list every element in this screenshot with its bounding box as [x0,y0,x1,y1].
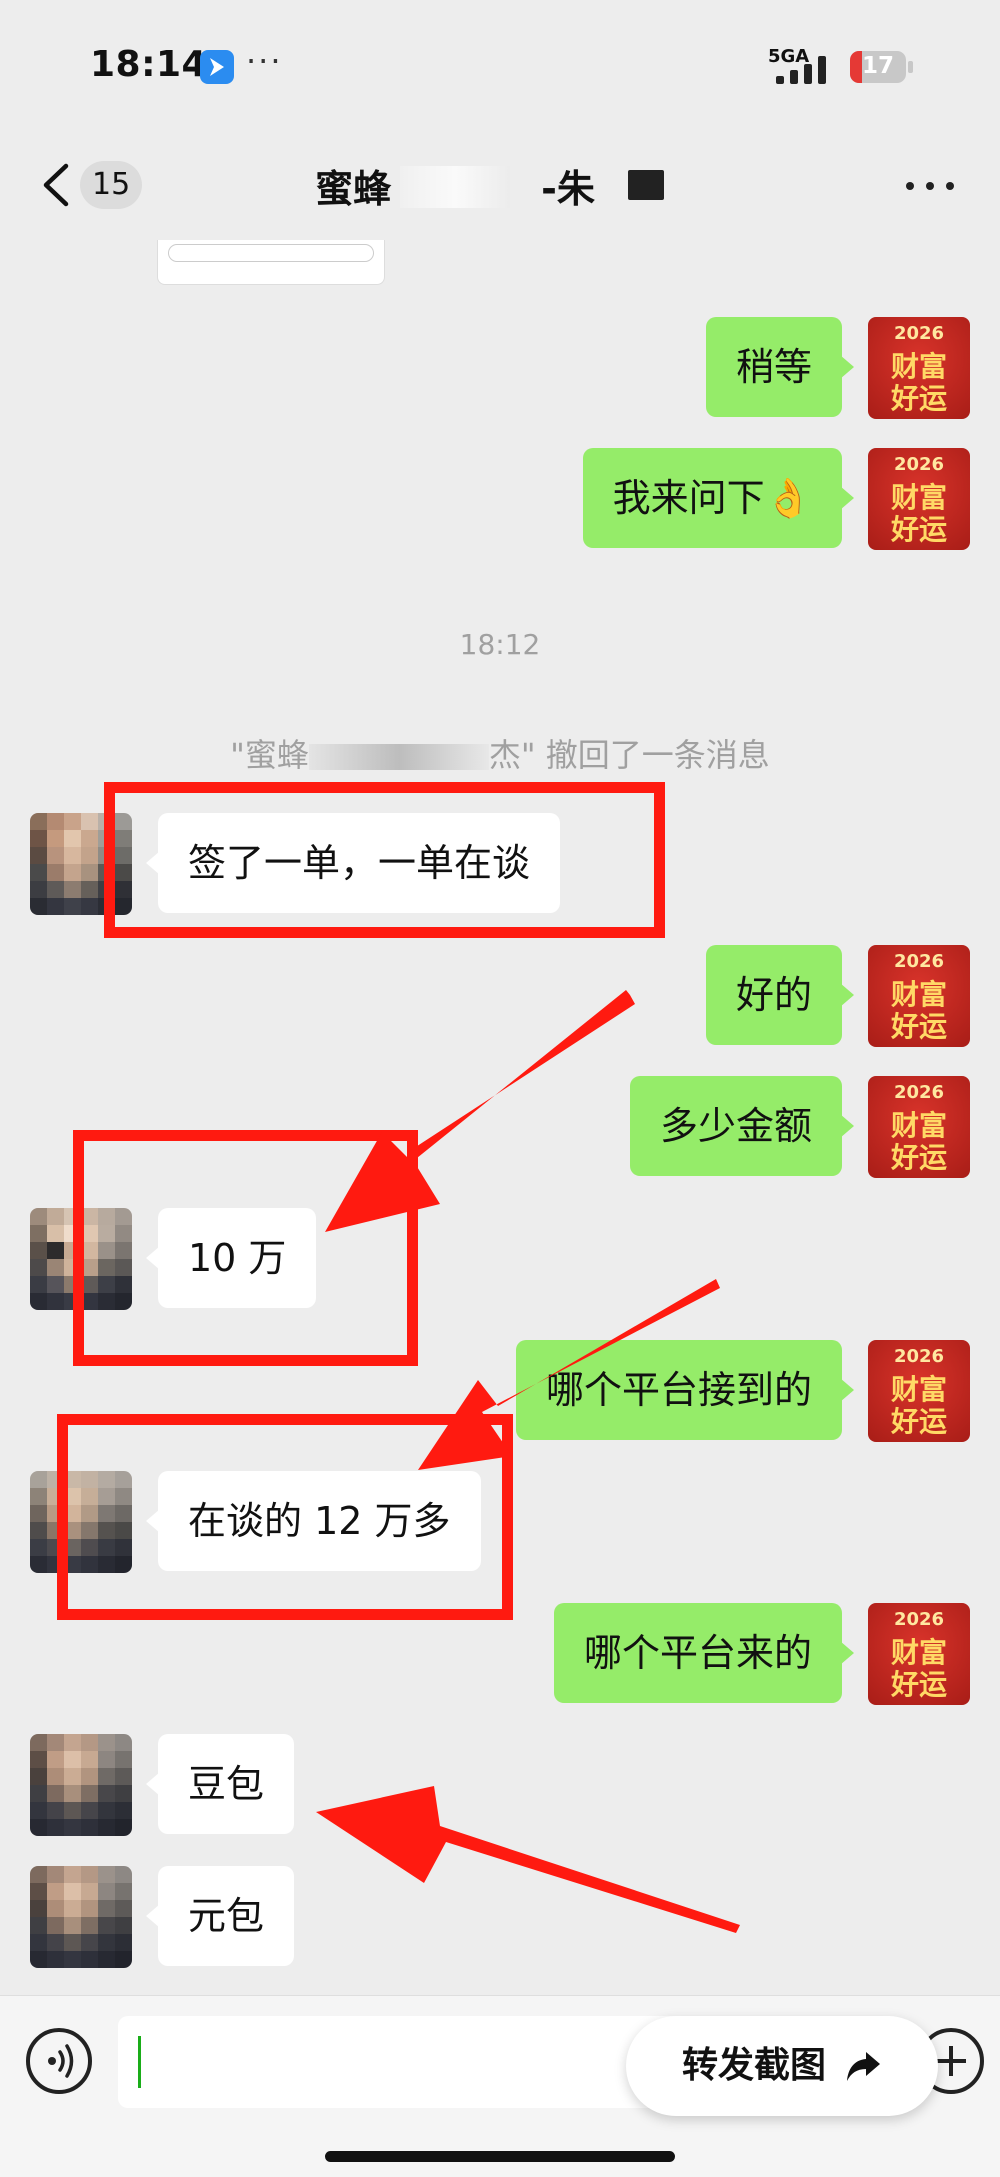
home-indicator [325,2151,675,2162]
forward-screenshot-label: 转发截图 [682,2045,827,2086]
forward-screenshot-button[interactable]: 转发截图 [626,2016,938,2116]
annotation-arrow [418,1279,720,1470]
annotation-arrow [325,990,635,1232]
text-cursor [138,2036,141,2088]
annotation-arrows [316,990,740,1933]
annotation-arrow [316,1786,740,1933]
input-bar: 转发截图 [0,1995,1000,2177]
voice-icon[interactable] [26,2028,92,2094]
share-arrow-icon [847,2052,880,2081]
